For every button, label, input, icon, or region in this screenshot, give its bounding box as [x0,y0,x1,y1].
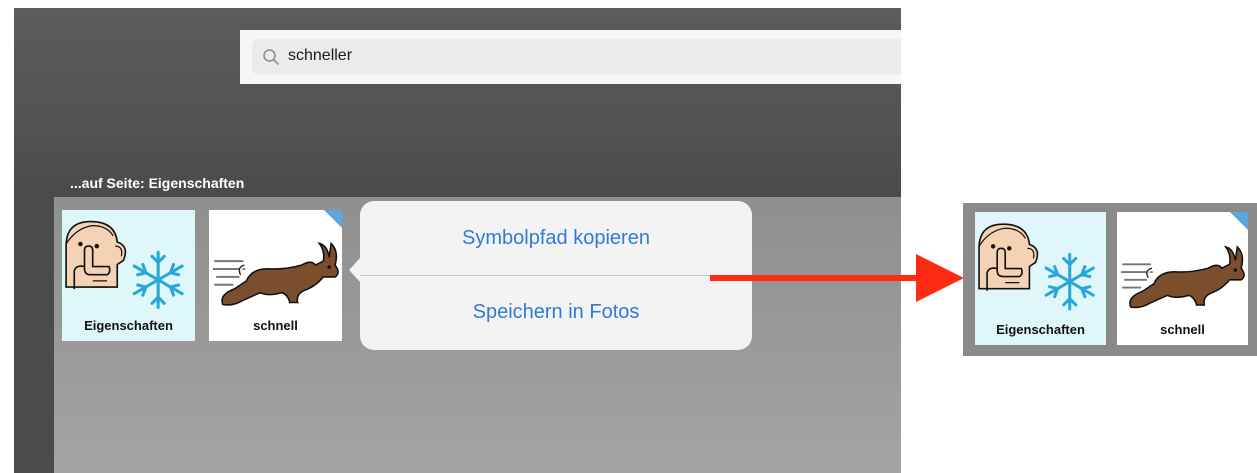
tile-corner-marker [324,210,342,228]
copy-tile-schnell: schnell [1117,212,1248,345]
tile-corner-marker [1230,212,1248,230]
save-to-photos-button[interactable]: Speichern in Fotos [360,301,752,324]
running-rabbit-icon [1121,245,1246,309]
tile-label: schnell [1160,322,1205,337]
tile-label: Eigenschaften [996,322,1085,337]
copy-symbol-path-button[interactable]: Symbolpfad kopieren [360,227,752,250]
tile-label: schnell [253,318,298,333]
quiet-cold-symbol-icon [64,220,184,310]
tile-schnell[interactable]: schnell [209,210,342,341]
arrow-right-icon [916,254,964,302]
tile-label: Eigenschaften [84,318,173,333]
context-popover: Symbolpfad kopieren Speichern in Fotos [349,201,752,350]
copy-tile-eigenschaften: Eigenschaften [975,212,1106,345]
search-icon [263,49,279,65]
quiet-cold-symbol-icon [977,222,1095,311]
tile-eigenschaften[interactable]: Eigenschaften [62,210,195,341]
copied-tiles-panel: Eigenschaften schnell [963,203,1257,356]
search-input[interactable]: schneller [252,39,901,75]
left-margin [14,190,54,473]
popover-divider [360,275,752,276]
search-input-value: schneller [288,47,353,64]
app-screenshot: schneller ...auf Seite: Eigenschaften Ei… [0,0,901,473]
running-rabbit-icon [213,242,340,306]
search-bar: schneller [240,30,901,84]
section-label: ...auf Seite: Eigenschaften [70,175,245,191]
popover-arrow [349,257,361,283]
arrow-line [710,275,920,281]
